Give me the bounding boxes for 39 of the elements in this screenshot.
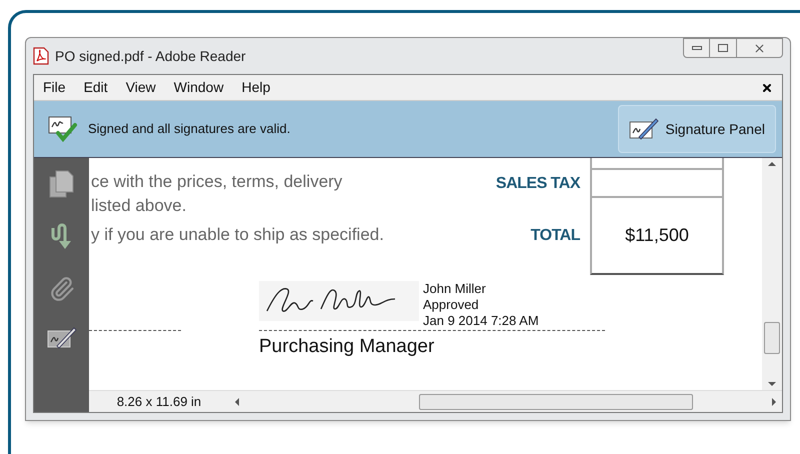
signature-date: Jan 9 2014 7:28 AM: [423, 313, 539, 329]
minimize-icon: [692, 46, 702, 50]
maximize-icon: [718, 44, 728, 52]
scroll-right-icon[interactable]: [772, 398, 776, 406]
body-text-line: y if you are unable to ship as specified.: [91, 224, 385, 246]
totals-label: SALES TAX: [496, 174, 580, 194]
menu-item[interactable]: Help: [242, 77, 270, 98]
signature-panel-button[interactable]: Signature Panel: [618, 105, 776, 153]
menu-item[interactable]: Edit: [84, 77, 108, 98]
totals-label: TOTAL: [530, 226, 580, 246]
menu-item[interactable]: View: [126, 77, 156, 98]
scroll-thumb[interactable]: [419, 394, 693, 410]
signature-pen-icon: [629, 117, 660, 141]
signer-name: John Miller: [423, 281, 487, 297]
paperclip-icon[interactable]: [48, 276, 74, 302]
pdf-file-icon: [33, 47, 49, 65]
totals-value-cell: $11,500: [590, 198, 724, 275]
close-document-icon[interactable]: [761, 82, 773, 94]
signature-icon: [46, 326, 76, 350]
menu-item[interactable]: File: [43, 77, 66, 98]
body-text-line: listed above.: [91, 195, 188, 217]
maximize-button[interactable]: [710, 38, 737, 58]
scroll-left-icon[interactable]: [235, 398, 239, 406]
menu-item[interactable]: Window: [174, 77, 224, 98]
minimize-button[interactable]: [683, 38, 710, 58]
close-button[interactable]: [737, 38, 783, 58]
signature-check-icon: [48, 115, 78, 143]
signature-reason: Approved: [423, 297, 480, 313]
scroll-thumb[interactable]: [764, 322, 780, 354]
vertical-scrollbar[interactable]: [762, 158, 782, 390]
signer-title: Purchasing Manager: [259, 336, 434, 357]
scroll-up-icon[interactable]: [768, 162, 776, 166]
scroll-down-icon[interactable]: [768, 382, 776, 386]
close-icon: [753, 42, 766, 54]
pages-icon[interactable]: [48, 170, 74, 198]
signature-status-message: Signed and all signatures are valid.: [88, 120, 290, 138]
body-text-line: ce with the prices, terms, delivery: [91, 171, 344, 193]
window-title: PO signed.pdf - Adobe Reader: [55, 46, 246, 66]
page-size-label: 8.26 x 11.69 in: [116, 392, 202, 411]
